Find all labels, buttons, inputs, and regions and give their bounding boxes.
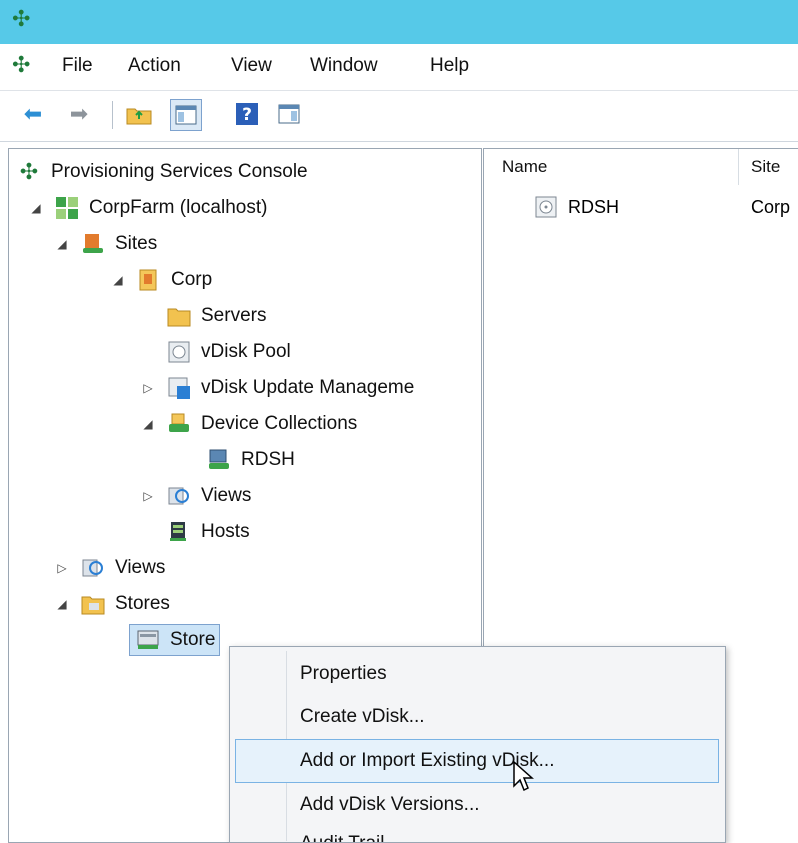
tree-node-hosts[interactable]: Hosts	[165, 517, 250, 547]
tree-label: Provisioning Services Console	[51, 161, 308, 182]
list-row[interactable]: RDSH	[532, 193, 619, 221]
menu-item-create-vdisk[interactable]: Create vDisk...	[300, 706, 425, 728]
svg-text:?: ?	[242, 105, 252, 125]
vdisk-icon	[532, 194, 560, 220]
device-collections-icon	[165, 411, 193, 437]
tree-label: vDisk Update Manageme	[201, 377, 415, 398]
tree-node-stores[interactable]: ◢ Stores	[55, 589, 170, 619]
menu-view[interactable]: View	[231, 55, 272, 77]
menu-item-properties[interactable]: Properties	[300, 663, 387, 685]
collapse-arrow-icon[interactable]: ◢	[141, 417, 155, 431]
column-header-site[interactable]: Site	[739, 149, 798, 185]
collapse-arrow-icon[interactable]: ◢	[55, 237, 69, 251]
tree-node-store[interactable]: Store	[129, 624, 221, 656]
tree-node-views[interactable]: ▷ Views	[55, 553, 165, 583]
tree-label: Servers	[201, 305, 267, 326]
tree-label: CorpFarm (localhost)	[89, 197, 268, 218]
toolbar-separator	[112, 101, 113, 129]
title-bar: ✣	[0, 0, 798, 44]
expand-arrow-icon[interactable]: ▷	[141, 381, 155, 395]
collapse-arrow-icon[interactable]: ◢	[111, 273, 125, 287]
tree-label: Device Collections	[201, 413, 358, 434]
menu-item-add-vdisk-versions[interactable]: Add vDisk Versions...	[300, 794, 480, 816]
tree-node-device-collections[interactable]: ◢ Device Collections	[141, 409, 357, 439]
farm-icon	[53, 195, 81, 221]
tree-label: Store	[170, 629, 216, 650]
collapse-arrow-icon[interactable]: ◢	[55, 597, 69, 611]
vdisk-pool-icon	[165, 339, 193, 365]
tree-label: Stores	[115, 593, 170, 614]
views-icon	[165, 483, 193, 509]
help-icon[interactable]: ?	[232, 99, 262, 129]
tree-label: Views	[201, 485, 252, 506]
tree-node-vdisk-pool[interactable]: vDisk Pool	[165, 337, 291, 367]
up-folder-icon[interactable]	[124, 99, 154, 129]
stores-folder-icon	[79, 591, 107, 617]
tree-node-vdisk-update[interactable]: ▷ vDisk Update Manageme	[141, 373, 414, 403]
tree-node-corp[interactable]: ◢ Corp	[111, 265, 212, 295]
expand-arrow-icon[interactable]: ▷	[55, 561, 69, 575]
vdisk-update-icon	[165, 375, 193, 401]
tree-label: Hosts	[201, 521, 250, 542]
back-arrow-icon[interactable]: ⬅	[18, 99, 48, 129]
list-cell-name: RDSH	[568, 196, 620, 217]
tree-label: Views	[115, 557, 166, 578]
hosts-icon	[165, 519, 193, 545]
menu-file[interactable]: File	[62, 55, 93, 77]
column-header-name[interactable]: Name	[484, 149, 739, 185]
tree-node-site-views[interactable]: ▷ Views	[141, 481, 251, 511]
citrix-console-icon: ✣	[19, 159, 39, 184]
expand-arrow-icon[interactable]: ▷	[141, 489, 155, 503]
menu-action[interactable]: Action	[128, 55, 181, 77]
device-collection-icon	[205, 447, 233, 473]
store-icon	[134, 627, 162, 653]
tree-label: vDisk Pool	[201, 341, 291, 362]
forward-arrow-icon[interactable]: ➡	[64, 99, 94, 129]
menu-window[interactable]: Window	[310, 55, 378, 77]
views-icon	[79, 555, 107, 581]
tree-node-root[interactable]: ✣ Provisioning Services Console	[15, 157, 308, 187]
sites-icon	[79, 231, 107, 257]
toolbar: ⬅ ➡ ?	[0, 91, 798, 142]
context-menu: Properties Create vDisk... Add or Import…	[229, 646, 726, 843]
tree-node-servers[interactable]: Servers	[165, 301, 266, 331]
mouse-pointer-icon	[512, 760, 536, 799]
citrix-menu-icon[interactable]: ✣	[12, 54, 30, 76]
servers-folder-icon	[165, 303, 193, 329]
menu-help[interactable]: Help	[430, 55, 469, 77]
collapse-arrow-icon[interactable]: ◢	[29, 201, 43, 215]
tree-node-sites[interactable]: ◢ Sites	[55, 229, 157, 259]
tree-node-rdsh[interactable]: RDSH	[205, 445, 295, 475]
site-icon	[135, 267, 163, 293]
tree-label: RDSH	[241, 449, 295, 470]
action-pane-icon[interactable]	[274, 99, 304, 129]
console-tree-icon[interactable]	[170, 99, 202, 131]
citrix-app-icon: ✣	[12, 6, 31, 31]
tree-node-farm[interactable]: ◢ CorpFarm (localhost)	[29, 193, 267, 223]
list-cell-site: Corp	[751, 196, 791, 217]
tree-label: Corp	[171, 269, 213, 290]
tree-label: Sites	[115, 233, 158, 254]
menu-bar: ✣ File Action View Window Help	[0, 44, 798, 91]
